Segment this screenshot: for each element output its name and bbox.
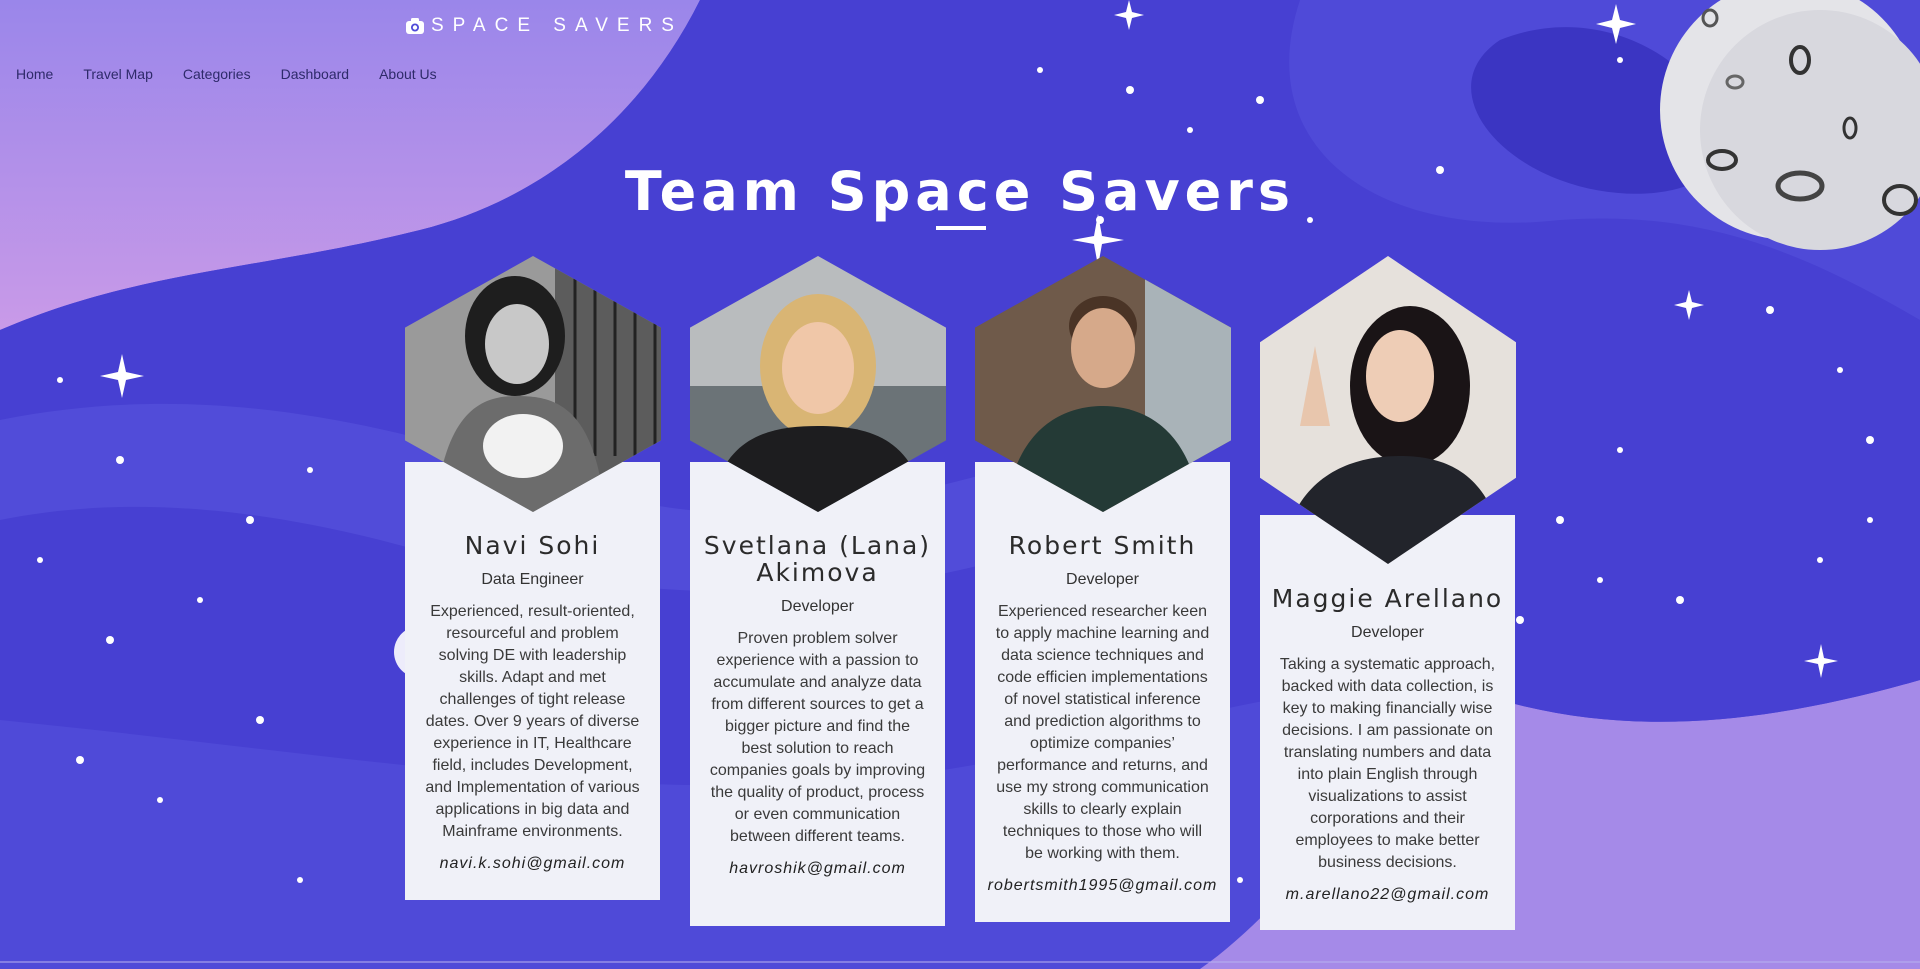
- nav-home[interactable]: Home: [16, 66, 53, 82]
- member-name: Navi Sohi: [464, 531, 601, 560]
- member-email[interactable]: havroshik@gmail.com: [690, 860, 945, 878]
- member-description: Taking a systematic approach, backed wit…: [1279, 656, 1496, 871]
- member-name: Maggie Arellano: [1271, 584, 1504, 613]
- member-role: Developer: [781, 598, 854, 615]
- brand-name: SPACE SAVERS: [431, 15, 683, 36]
- space-background: [0, 0, 1920, 969]
- member-email[interactable]: m.arellano22@gmail.com: [1260, 886, 1515, 904]
- member-role: Developer: [1066, 571, 1139, 588]
- main-nav: Home Travel Map Categories Dashboard Abo…: [16, 66, 467, 82]
- team-card-maggie: Maggie Arellano Developer Taking a syste…: [1260, 515, 1515, 930]
- member-email[interactable]: navi.k.sohi@gmail.com: [405, 855, 660, 873]
- member-description: Experienced researcher keen to apply mac…: [995, 603, 1210, 862]
- member-email[interactable]: robertsmith1995@gmail.com: [975, 877, 1230, 895]
- member-description: Experienced, result-oriented, resourcefu…: [425, 603, 640, 840]
- nav-about-us[interactable]: About Us: [379, 66, 437, 82]
- page-title: Team Space Savers: [624, 160, 1296, 223]
- member-name: Svetlana (Lana) Akimova: [703, 531, 932, 587]
- title-underline: [936, 226, 986, 230]
- nav-dashboard[interactable]: Dashboard: [281, 66, 350, 82]
- nav-travel-map[interactable]: Travel Map: [83, 66, 153, 82]
- team-card-robert: Robert Smith Developer Experienced resea…: [975, 462, 1230, 922]
- nav-categories[interactable]: Categories: [183, 66, 251, 82]
- team-card-svetlana: Svetlana (Lana) Akimova Developer Proven…: [690, 462, 945, 926]
- member-role: Data Engineer: [481, 571, 584, 588]
- team-card-navi: Navi Sohi Data Engineer Experienced, res…: [405, 462, 660, 900]
- camera-icon: [406, 18, 424, 34]
- brand-logo[interactable]: SPACE SAVERS: [405, 15, 683, 37]
- member-description: Proven problem solver experience with a …: [709, 630, 926, 845]
- member-role: Developer: [1351, 624, 1424, 641]
- member-name: Robert Smith: [1008, 531, 1197, 560]
